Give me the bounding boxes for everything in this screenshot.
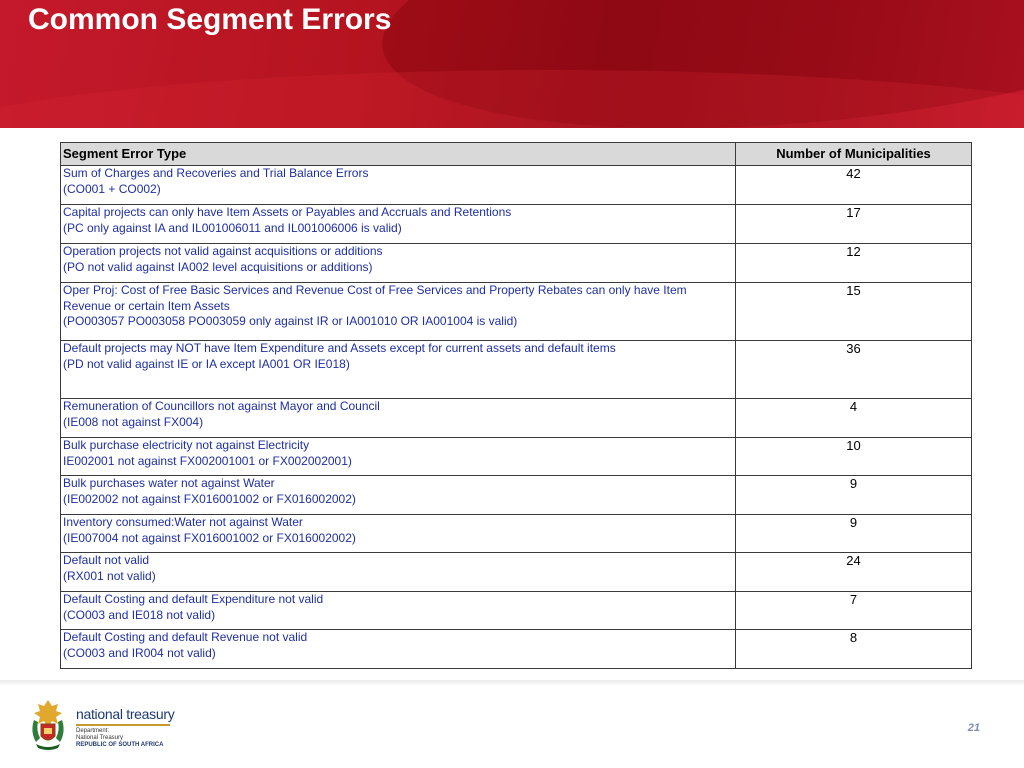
error-type-cell: Oper Proj: Cost of Free Basic Services a… (60, 282, 736, 341)
table-row: Default Costing and default Revenue not … (60, 629, 972, 669)
error-type-line: Inventory consumed:Water not against Wat… (63, 515, 303, 529)
page-number: 21 (967, 722, 980, 734)
error-type-cell: Default Costing and default Expenditure … (60, 591, 736, 630)
national-treasury-logo: national treasury Department: National T… (28, 698, 178, 754)
segment-errors-table: Segment Error Type Number of Municipalit… (60, 142, 972, 669)
error-type-cell: Default Costing and default Revenue not … (60, 629, 736, 669)
brand-rule (76, 724, 170, 726)
municipality-count-cell: 42 (735, 165, 972, 205)
municipality-count-cell: 9 (735, 514, 972, 553)
error-type-line: IE002001 not against FX002001001 or FX00… (63, 453, 352, 468)
table-row: Inventory consumed:Water not against Wat… (60, 514, 972, 553)
municipality-count-cell: 24 (735, 552, 972, 592)
error-type-cell: Sum of Charges and Recoveries and Trial … (60, 165, 736, 205)
error-type-line: (PO not valid against IA002 level acquis… (63, 259, 373, 274)
table-row: Oper Proj: Cost of Free Basic Services a… (60, 282, 972, 341)
error-type-line: (IE007004 not against FX016001002 or FX0… (63, 530, 356, 545)
error-type-cell: Remuneration of Councillors not against … (60, 398, 736, 438)
error-type-line: (PC only against IA and IL001006011 and … (63, 220, 402, 235)
table-header-row: Segment Error Type Number of Municipalit… (60, 142, 972, 166)
table-row: Bulk purchases water not against Water (I… (60, 475, 972, 515)
municipality-count-cell: 17 (735, 204, 972, 244)
error-type-line: (CO003 and IR004 not valid) (63, 645, 216, 660)
error-type-cell: Default not valid (RX001 not valid) (60, 552, 736, 592)
error-type-line: (IE008 not against FX004) (63, 414, 204, 429)
error-type-line: (CO003 and IE018 not valid) (63, 607, 216, 622)
error-type-line: Default Costing and default Revenue not … (63, 630, 308, 644)
error-type-line: (CO001 + CO002) (63, 181, 161, 196)
error-type-line: Sum of Charges and Recoveries and Trial … (63, 166, 369, 180)
error-type-line: (PD not valid against IE or IA except IA… (63, 356, 350, 371)
error-type-cell: Operation projects not valid against acq… (60, 243, 736, 283)
municipality-count-cell: 7 (735, 591, 972, 630)
error-type-line: (IE002002 not against FX016001002 or FX0… (63, 491, 356, 506)
municipality-count-cell: 10 (735, 437, 972, 476)
error-type-line: (PO003057 PO003058 PO003059 only against… (63, 314, 518, 328)
table-row: Sum of Charges and Recoveries and Trial … (60, 165, 972, 205)
error-type-cell: Bulk purchases water not against Water (I… (60, 475, 736, 515)
error-type-line: Oper Proj: Cost of Free Basic Services a… (63, 283, 687, 313)
table-row: Default Costing and default Expenditure … (60, 591, 972, 630)
footer-band (0, 680, 1024, 686)
error-type-line: Operation projects not valid against acq… (63, 244, 383, 258)
municipality-count-cell: 4 (735, 398, 972, 438)
municipality-count-cell: 12 (735, 243, 972, 283)
municipality-count-cell: 15 (735, 282, 972, 341)
error-type-cell: Bulk purchase electricity not against El… (60, 437, 736, 476)
error-type-line: Default not valid (63, 553, 150, 567)
error-type-line: Capital projects can only have Item Asse… (63, 205, 512, 219)
slide-title: Common Segment Errors (28, 3, 392, 36)
header-number-of-municipalities: Number of Municipalities (735, 142, 972, 166)
brand-republic: REPUBLIC OF SOUTH AFRICA (76, 742, 164, 748)
header-segment-error-type: Segment Error Type (60, 142, 736, 166)
error-type-line: Bulk purchases water not against Water (63, 476, 275, 490)
municipality-count-cell: 36 (735, 340, 972, 399)
error-type-cell: Inventory consumed:Water not against Wat… (60, 514, 736, 553)
municipality-count-cell: 8 (735, 629, 972, 669)
coat-of-arms-icon (32, 700, 64, 750)
error-type-cell: Default projects may NOT have Item Expen… (60, 340, 736, 399)
table-row: Operation projects not valid against acq… (60, 243, 972, 283)
error-type-line: Default projects may NOT have Item Expen… (63, 341, 616, 355)
table-row: Capital projects can only have Item Asse… (60, 204, 972, 244)
municipality-count-cell: 9 (735, 475, 972, 515)
error-type-line: Default Costing and default Expenditure … (63, 592, 324, 606)
brand-department: Department: (76, 728, 110, 734)
brand-name: national treasury (76, 706, 175, 722)
table-row: Remuneration of Councillors not against … (60, 398, 972, 438)
brand-national-treasury: National Treasury (76, 735, 124, 741)
error-type-line: Bulk purchase electricity not against El… (63, 438, 310, 452)
table-row: Default projects may NOT have Item Expen… (60, 340, 972, 399)
table-row: Bulk purchase electricity not against El… (60, 437, 972, 476)
table-row: Default not valid (RX001 not valid) 24 (60, 552, 972, 592)
error-type-line: (RX001 not valid) (63, 568, 156, 583)
title-banner: Common Segment Errors (0, 0, 1024, 128)
error-type-line: Remuneration of Councillors not against … (63, 399, 380, 413)
error-type-cell: Capital projects can only have Item Asse… (60, 204, 736, 244)
